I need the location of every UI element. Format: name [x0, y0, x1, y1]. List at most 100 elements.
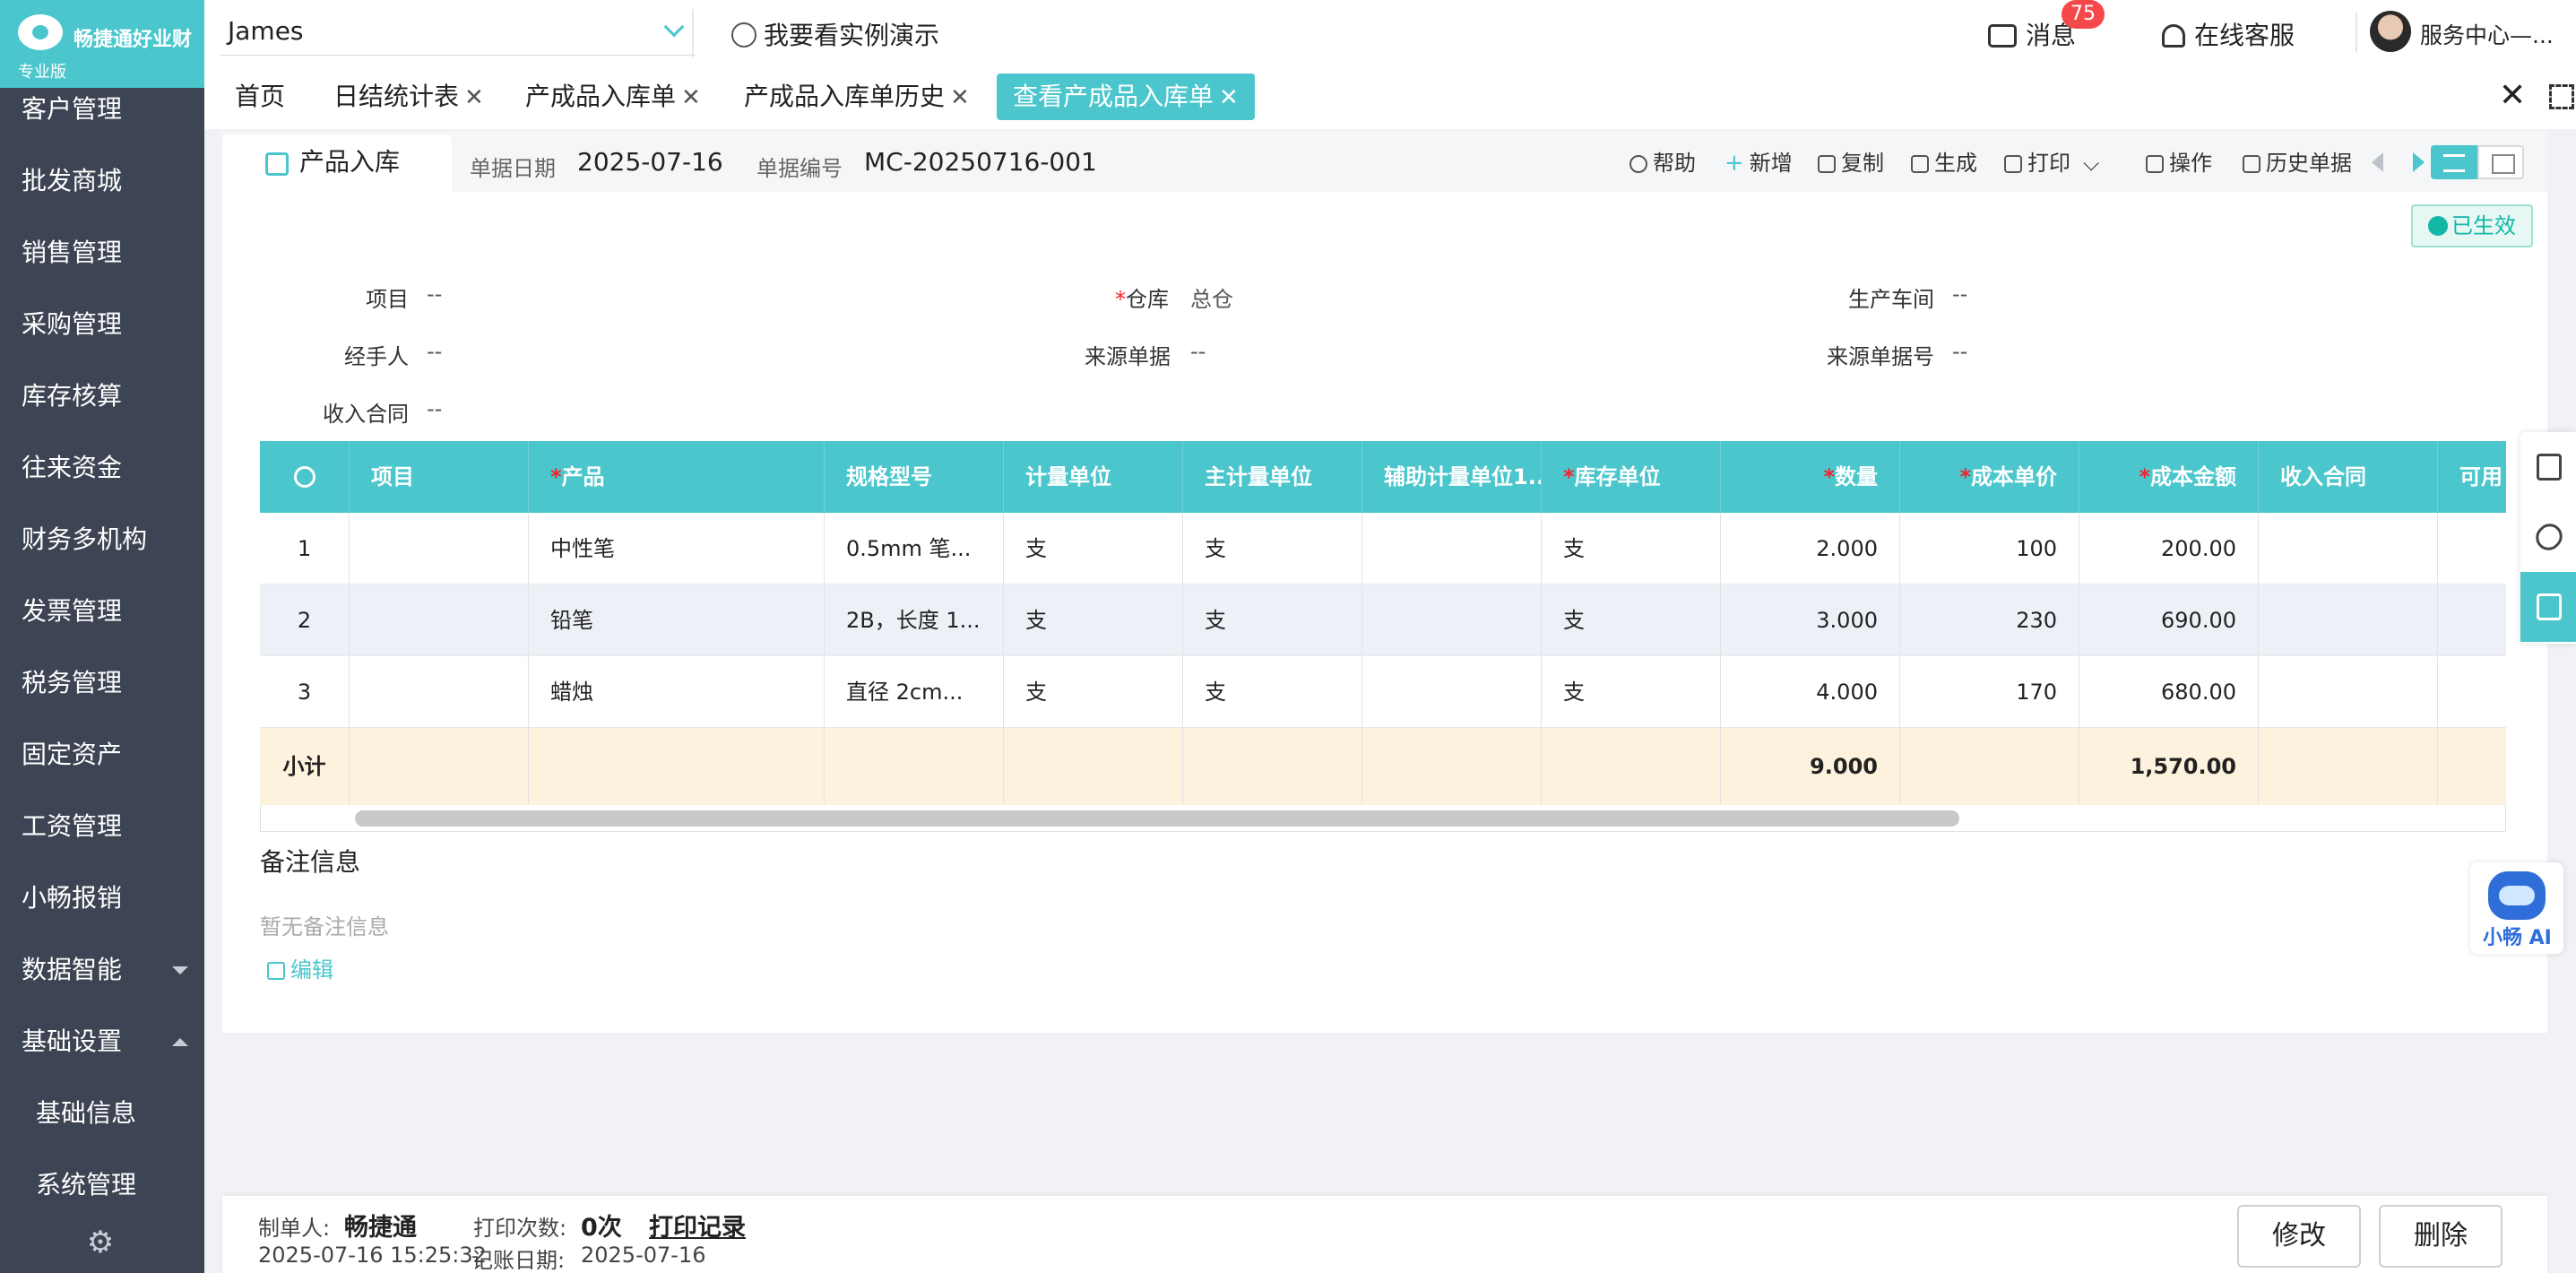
cell-qty[interactable]: 4.000	[1721, 656, 1900, 728]
gear-icon[interactable]: ⚙	[82, 1225, 118, 1260]
gear-icon[interactable]	[294, 466, 316, 488]
sidebar-item-invoice[interactable]: 发票管理	[0, 576, 204, 647]
column-header[interactable]: 收入合同	[2259, 441, 2438, 513]
edit-button[interactable]: 修改	[2237, 1205, 2361, 1268]
horizontal-scrollbar[interactable]	[355, 810, 1959, 827]
cell-unit[interactable]: 支	[1004, 513, 1183, 585]
column-header[interactable]: 计量单位	[1004, 441, 1183, 513]
column-header[interactable]: 辅助计量单位1...	[1362, 441, 1542, 513]
column-header[interactable]: *成本金额	[2079, 441, 2259, 513]
notes-edit-link[interactable]: 编辑	[267, 952, 333, 983]
help-button[interactable]: 帮助	[1629, 145, 1696, 181]
sidebar-item-basic-settings[interactable]: 基础设置	[0, 1006, 204, 1078]
sidebar-item-funds[interactable]: 往来资金	[0, 432, 204, 504]
tab-home[interactable]: 首页	[235, 74, 285, 120]
cell-unit[interactable]: 支	[1004, 656, 1183, 728]
tab-receipt-history[interactable]: 产成品入库单历史 ✕	[744, 74, 970, 120]
sidebar-item-wholesale[interactable]: 批发商城	[0, 145, 204, 217]
cell-aux-unit[interactable]	[1362, 585, 1542, 656]
copy-button[interactable]: 复制	[1818, 145, 1884, 181]
demo-link[interactable]: 我要看实例演示	[731, 16, 939, 52]
tab-view-receipt[interactable]: 查看产成品入库单 ✕	[997, 74, 1255, 120]
close-icon[interactable]: ✕	[1219, 74, 1239, 121]
attachment-button[interactable]	[2520, 502, 2576, 572]
account-select[interactable]: James	[220, 9, 696, 56]
cell-available[interactable]	[2438, 513, 2506, 585]
close-icon[interactable]: ✕	[950, 74, 970, 121]
support-button[interactable]: 在线客服	[2162, 16, 2295, 52]
add-button[interactable]: + 新增	[1725, 145, 1793, 181]
close-icon[interactable]: ✕	[464, 74, 484, 121]
cell-stock-unit[interactable]: 支	[1542, 656, 1721, 728]
sidebar-item-inventory[interactable]: 库存核算	[0, 360, 204, 432]
cell-main-unit[interactable]: 支	[1183, 513, 1362, 585]
cell-stock-unit[interactable]: 支	[1542, 513, 1721, 585]
expand-button[interactable]	[2520, 572, 2576, 642]
form-settings-button[interactable]	[2520, 432, 2576, 502]
cell-project[interactable]	[350, 585, 529, 656]
column-header[interactable]: *成本单价	[1900, 441, 2079, 513]
next-icon[interactable]	[2413, 152, 2425, 172]
column-header[interactable]: *数量	[1721, 441, 1900, 513]
close-icon[interactable]: ✕	[2499, 77, 2526, 114]
card-view-icon[interactable]	[2477, 145, 2524, 179]
table-row[interactable]: 3 蜡烛 直径 2cm... 支 支 支 4.000 170 680.00	[260, 656, 2506, 728]
cell-amount[interactable]: 200.00	[2079, 513, 2259, 585]
print-record-link[interactable]: 打印记录	[649, 1208, 746, 1243]
cell-product[interactable]: 中性笔	[529, 513, 825, 585]
print-button[interactable]: 打印 ⌵	[2004, 145, 2099, 181]
column-header[interactable]: 规格型号	[825, 441, 1004, 513]
sidebar-item-fixed-assets[interactable]: 固定资产	[0, 719, 204, 791]
cell-unit-cost[interactable]: 170	[1900, 656, 2079, 728]
cell-stock-unit[interactable]: 支	[1542, 585, 1721, 656]
column-header[interactable]: *产品	[529, 441, 825, 513]
cell-main-unit[interactable]: 支	[1183, 656, 1362, 728]
sidebar-item-sales[interactable]: 销售管理	[0, 217, 204, 289]
cell-contract[interactable]	[2259, 585, 2438, 656]
cell-aux-unit[interactable]	[1362, 656, 1542, 728]
cell-qty[interactable]: 3.000	[1721, 585, 1900, 656]
fullscreen-icon[interactable]	[2549, 84, 2574, 109]
generate-button[interactable]: 生成	[1911, 145, 1977, 181]
cell-product[interactable]: 蜡烛	[529, 656, 825, 728]
cell-unit[interactable]: 支	[1004, 585, 1183, 656]
cell-project[interactable]	[350, 513, 529, 585]
sidebar-item-data-intelligence[interactable]: 数据智能	[0, 934, 204, 1006]
sidebar-item-expense[interactable]: 小畅报销	[0, 862, 204, 934]
user-menu[interactable]: 服务中心—...	[2420, 18, 2554, 50]
history-button[interactable]: 历史单据	[2243, 145, 2352, 181]
sidebar-item-purchase[interactable]: 采购管理	[0, 289, 204, 360]
delete-button[interactable]: 删除	[2379, 1205, 2503, 1268]
cell-spec[interactable]: 2B，长度 1...	[825, 585, 1004, 656]
tab-daily-stats[interactable]: 日结统计表 ✕	[333, 74, 484, 120]
operate-button[interactable]: 操作	[2146, 145, 2212, 181]
cell-aux-unit[interactable]	[1362, 513, 1542, 585]
cell-amount[interactable]: 690.00	[2079, 585, 2259, 656]
close-icon[interactable]: ✕	[681, 74, 701, 121]
column-header[interactable]: 可用	[2438, 441, 2506, 513]
table-row[interactable]: 2 铅笔 2B，长度 1... 支 支 支 3.000 230 690.00	[260, 585, 2506, 656]
cell-available[interactable]	[2438, 585, 2506, 656]
cell-qty[interactable]: 2.000	[1721, 513, 1900, 585]
sidebar-item-basic-info[interactable]: 基础信息	[0, 1078, 204, 1149]
cell-main-unit[interactable]: 支	[1183, 585, 1362, 656]
list-view-icon[interactable]	[2431, 145, 2477, 179]
column-header[interactable]: 主计量单位	[1183, 441, 1362, 513]
cell-project[interactable]	[350, 656, 529, 728]
cell-spec[interactable]: 0.5mm 笔...	[825, 513, 1004, 585]
column-header[interactable]: *库存单位	[1542, 441, 1721, 513]
table-row[interactable]: 1 中性笔 0.5mm 笔... 支 支 支 2.000 100 200.00	[260, 513, 2506, 585]
cell-unit-cost[interactable]: 100	[1900, 513, 2079, 585]
column-header[interactable]: 项目	[350, 441, 529, 513]
chevron-down-icon[interactable]: ⌵	[2083, 151, 2099, 176]
cell-spec[interactable]: 直径 2cm...	[825, 656, 1004, 728]
cell-available[interactable]	[2438, 656, 2506, 728]
cell-unit-cost[interactable]: 230	[1900, 585, 2079, 656]
tab-finished-goods-receipt[interactable]: 产成品入库单 ✕	[525, 74, 701, 120]
previous-icon[interactable]	[2372, 152, 2383, 172]
sidebar-item-tax[interactable]: 税务管理	[0, 647, 204, 719]
cell-contract[interactable]	[2259, 513, 2438, 585]
sidebar-item-payroll[interactable]: 工资管理	[0, 791, 204, 862]
cell-contract[interactable]	[2259, 656, 2438, 728]
column-settings[interactable]	[260, 441, 350, 513]
